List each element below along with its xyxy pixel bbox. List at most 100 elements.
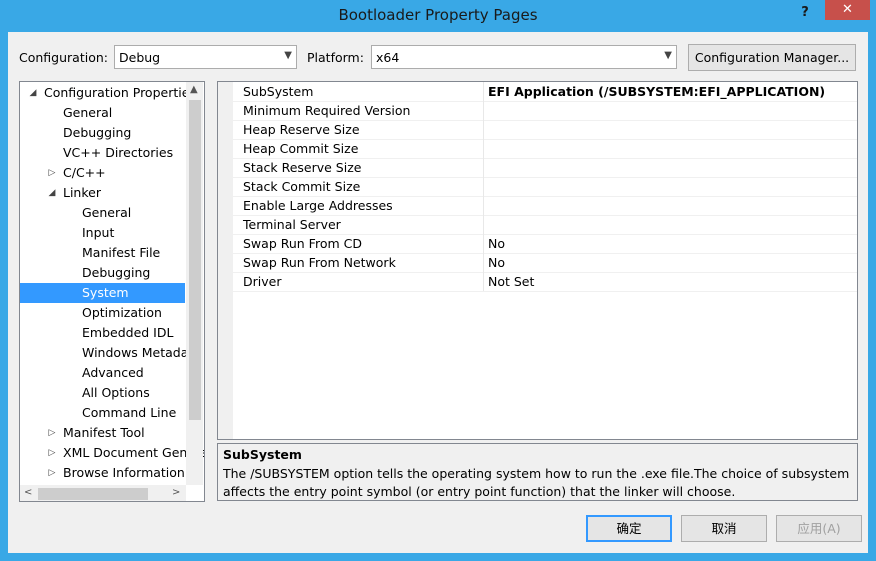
configuration-select[interactable]: Debug ▼ — [114, 45, 297, 69]
tree-item[interactable]: Debugging — [20, 123, 185, 143]
platform-value: x64 — [376, 50, 400, 65]
property-name: Enable Large Addresses — [243, 198, 393, 213]
tree-item-label: C/C++ — [63, 165, 106, 180]
tree-item-label: Configuration Properties — [44, 85, 196, 100]
description-panel: SubSystem The /SUBSYSTEM option tells th… — [217, 443, 858, 501]
column-divider — [483, 272, 484, 291]
apply-button[interactable]: 应用(A) — [776, 515, 862, 542]
tree-item[interactable]: General — [20, 203, 185, 223]
description-text: The /SUBSYSTEM option tells the operatin… — [223, 466, 850, 499]
expand-arrow-icon[interactable]: ▷ — [47, 443, 57, 463]
column-divider — [483, 253, 484, 272]
tree-item[interactable]: Debugging — [20, 263, 185, 283]
tree-item[interactable]: ▷ Manifest Tool — [20, 423, 185, 443]
property-tree[interactable]: ◢ Configuration Properties General Debuggin… — [19, 81, 205, 502]
property-name: Minimum Required Version — [243, 103, 411, 118]
tree-item[interactable]: Manifest File — [20, 243, 185, 263]
expand-arrow-icon[interactable]: ▷ — [47, 423, 57, 443]
property-row[interactable]: SubSystem EFI Application (/SUBSYSTEM:EFI… — [233, 82, 857, 102]
column-divider — [483, 101, 484, 120]
tree-item-label: All Options — [82, 385, 150, 400]
scroll-up-icon[interactable]: ▲ — [190, 84, 198, 95]
column-divider — [483, 120, 484, 139]
close-button[interactable]: ✕ — [825, 0, 870, 20]
title-bar: Bootloader Property Pages ? ✕ — [0, 0, 876, 32]
tree-item-label: Optimization — [82, 305, 162, 320]
tree-item[interactable]: ▷ XML Document Generator — [20, 443, 204, 463]
tree-item-label: VC++ Directories — [63, 145, 174, 160]
tree-horizontal-scrollbar[interactable]: < > — [20, 485, 186, 501]
tree-vertical-scrollbar[interactable]: ▲ — [186, 82, 203, 485]
tree-item-label: General — [63, 105, 113, 120]
tree-item[interactable]: System — [20, 283, 185, 303]
property-row[interactable]: Enable Large Addresses — [233, 196, 857, 216]
property-value[interactable]: No — [488, 234, 505, 253]
configuration-manager-button[interactable]: Configuration Manager... — [688, 44, 856, 71]
property-name: SubSystem — [243, 84, 314, 99]
dialog-window: Bootloader Property Pages ? ✕ Configurat… — [0, 0, 876, 561]
property-name: Heap Commit Size — [243, 141, 359, 156]
column-divider — [483, 177, 484, 196]
property-row[interactable]: Swap Run From Network No — [233, 253, 857, 273]
description-title: SubSystem — [223, 447, 302, 462]
ok-button[interactable]: 确定 — [586, 515, 672, 542]
expand-arrow-icon[interactable]: ▷ — [47, 463, 57, 483]
property-value[interactable]: No — [488, 253, 505, 272]
help-button[interactable]: ? — [795, 5, 815, 21]
tree-item-label: Debugging — [82, 265, 151, 280]
tree-item[interactable]: ▷ Browse Information — [20, 463, 185, 483]
tree-item[interactable]: Command Line — [20, 403, 185, 423]
tree-item[interactable]: ◢ Configuration Properties — [20, 83, 196, 103]
property-row[interactable]: Minimum Required Version — [233, 101, 857, 121]
column-divider — [483, 139, 484, 158]
property-row[interactable]: Heap Reserve Size — [233, 120, 857, 140]
column-divider — [483, 234, 484, 253]
cancel-button[interactable]: 取消 — [681, 515, 767, 542]
tree-item[interactable]: ▷ C/C++ — [20, 163, 185, 183]
tree-item[interactable]: All Options — [20, 383, 185, 403]
property-name: Driver — [243, 274, 282, 289]
property-grid[interactable]: SubSystem EFI Application (/SUBSYSTEM:EFI… — [217, 81, 858, 440]
property-grid-gutter — [218, 82, 233, 439]
property-row[interactable]: Heap Commit Size — [233, 139, 857, 159]
tree-item-label: Linker — [63, 185, 101, 200]
platform-select[interactable]: x64 ▼ — [371, 45, 677, 69]
property-name: Stack Reserve Size — [243, 160, 362, 175]
property-row[interactable]: Stack Commit Size — [233, 177, 857, 197]
tree-vertical-scroll-thumb[interactable] — [189, 100, 201, 420]
property-name: Terminal Server — [243, 217, 341, 232]
tree-item-label: Debugging — [63, 125, 132, 140]
scroll-left-icon[interactable]: < — [24, 487, 32, 498]
property-name: Swap Run From Network — [243, 255, 396, 270]
tree-item-label: XML Document Generator — [63, 445, 204, 460]
property-row[interactable]: Terminal Server — [233, 215, 857, 235]
dialog-client-area: Configuration: Debug ▼ Platform: x64 ▼ C… — [8, 32, 868, 553]
tree-item[interactable]: VC++ Directories — [20, 143, 185, 163]
property-name: Stack Commit Size — [243, 179, 361, 194]
tree-item-label: Command Line — [82, 405, 177, 420]
tree-item[interactable]: ◢ Linker — [20, 183, 185, 203]
column-divider — [483, 215, 484, 234]
tree-item[interactable]: Optimization — [20, 303, 185, 323]
configuration-label: Configuration: — [19, 50, 108, 65]
collapse-arrow-icon[interactable]: ◢ — [47, 183, 57, 203]
property-name: Swap Run From CD — [243, 236, 362, 251]
property-value[interactable]: EFI Application (/SUBSYSTEM:EFI_APPLICAT… — [488, 82, 825, 101]
expand-arrow-icon[interactable]: ▷ — [47, 163, 57, 183]
tree-item[interactable]: Embedded IDL — [20, 323, 185, 343]
tree-item[interactable]: General — [20, 103, 185, 123]
tree-item[interactable]: Input — [20, 223, 185, 243]
tree-horizontal-scroll-thumb[interactable] — [38, 488, 148, 500]
property-row[interactable]: Stack Reserve Size — [233, 158, 857, 178]
chevron-down-icon: ▼ — [664, 50, 672, 61]
property-row[interactable]: Driver Not Set — [233, 272, 857, 292]
tree-item-label: Embedded IDL — [82, 325, 174, 340]
scroll-right-icon[interactable]: > — [172, 487, 180, 498]
collapse-arrow-icon[interactable]: ◢ — [28, 83, 38, 103]
property-value[interactable]: Not Set — [488, 272, 534, 291]
tree-item-label: General — [82, 205, 132, 220]
property-row[interactable]: Swap Run From CD No — [233, 234, 857, 254]
tree-item-label: Manifest File — [82, 245, 161, 260]
tree-item[interactable]: Advanced — [20, 363, 185, 383]
tree-item[interactable]: Windows Metadata — [20, 343, 201, 363]
